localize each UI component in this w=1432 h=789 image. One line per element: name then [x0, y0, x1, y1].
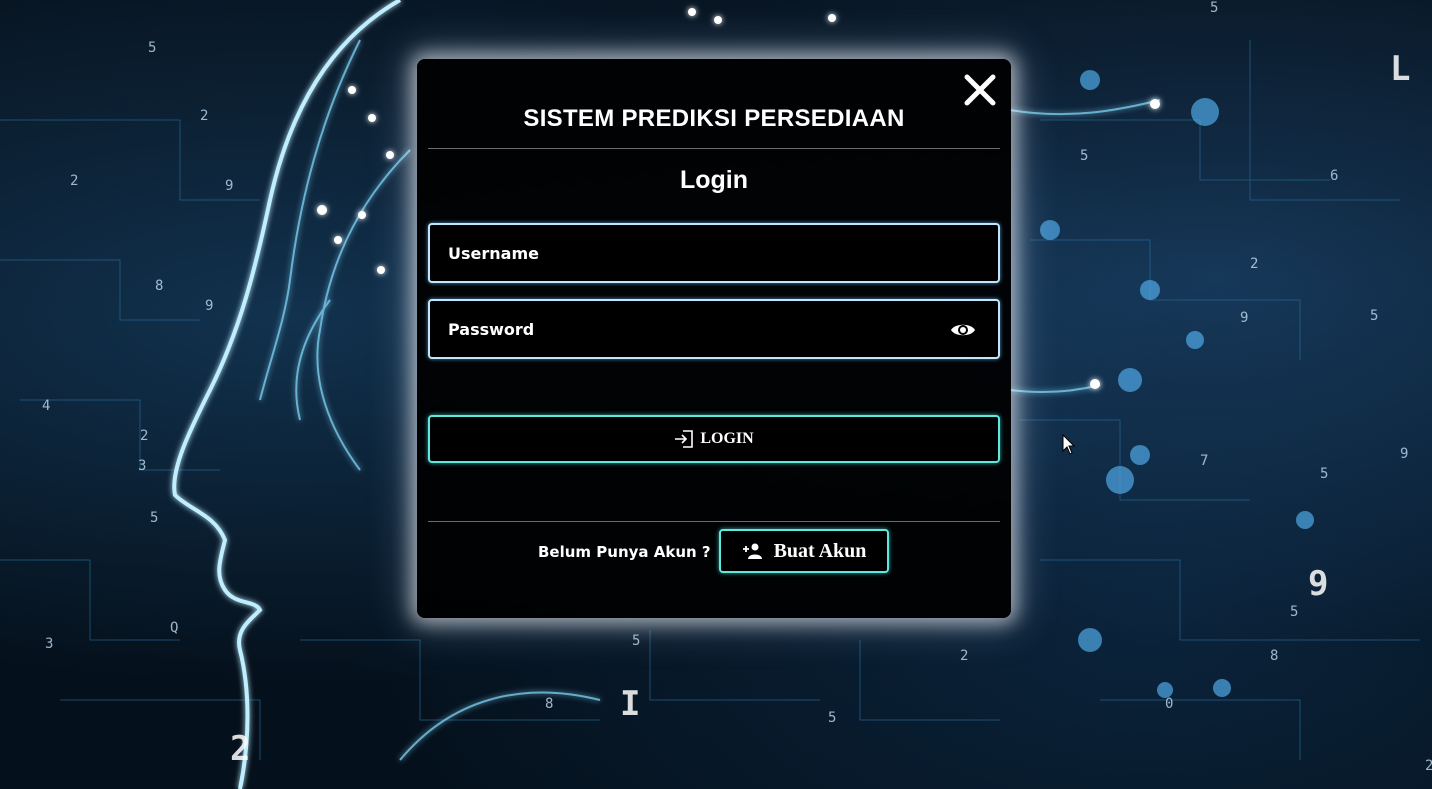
svg-text:5: 5 — [150, 510, 158, 526]
close-icon[interactable] — [963, 73, 997, 107]
svg-text:L: L — [1390, 49, 1410, 89]
login-modal: SISTEM PREDIKSI PERSEDIAAN Login LOGIN B… — [417, 59, 1011, 618]
login-button-label: LOGIN — [700, 430, 754, 447]
svg-text:2: 2 — [140, 428, 148, 444]
svg-text:2: 2 — [1250, 256, 1258, 272]
login-icon — [675, 430, 694, 448]
svg-text:2: 2 — [200, 108, 208, 124]
svg-text:5: 5 — [1370, 308, 1378, 324]
svg-text:9: 9 — [1240, 310, 1248, 326]
svg-text:5: 5 — [632, 633, 640, 649]
svg-text:9: 9 — [1308, 564, 1328, 604]
svg-text:5: 5 — [1320, 466, 1328, 482]
create-account-button[interactable]: Buat Akun — [719, 529, 889, 573]
svg-text:7: 7 — [1200, 453, 1208, 469]
no-account-text: Belum Punya Akun ? — [538, 543, 711, 561]
svg-text:I: I — [620, 684, 640, 724]
system-title: SISTEM PREDIKSI PERSEDIAAN — [523, 105, 905, 132]
svg-text:8: 8 — [1270, 648, 1278, 664]
svg-text:2: 2 — [960, 648, 968, 664]
svg-text:5: 5 — [1290, 604, 1298, 620]
svg-text:9: 9 — [205, 298, 213, 314]
svg-text:3: 3 — [138, 458, 146, 474]
svg-text:5: 5 — [1080, 148, 1088, 164]
title-divider — [428, 148, 1000, 149]
svg-text:0: 0 — [1165, 696, 1173, 712]
svg-text:3: 3 — [45, 636, 53, 652]
svg-text:5: 5 — [1210, 0, 1218, 16]
svg-text:9: 9 — [225, 178, 233, 194]
svg-text:5: 5 — [828, 710, 836, 726]
eye-icon[interactable] — [950, 321, 976, 339]
svg-text:4: 4 — [42, 398, 50, 414]
username-field-wrapper — [428, 223, 1000, 283]
footer-divider — [428, 521, 1000, 522]
username-input[interactable] — [430, 225, 998, 281]
svg-text:6: 6 — [1330, 168, 1338, 184]
svg-text:Q: Q — [170, 620, 178, 636]
mouse-cursor-icon — [1062, 434, 1076, 455]
svg-text:8: 8 — [545, 696, 553, 712]
svg-text:2: 2 — [1425, 758, 1432, 774]
password-field-wrapper — [428, 299, 1000, 359]
svg-text:2: 2 — [230, 729, 250, 769]
svg-text:9: 9 — [1400, 446, 1408, 462]
svg-text:2: 2 — [70, 173, 78, 189]
login-heading: Login — [679, 166, 749, 194]
password-input[interactable] — [430, 301, 998, 357]
add-user-icon — [742, 543, 762, 559]
svg-text:5: 5 — [148, 40, 156, 56]
svg-text:8: 8 — [155, 278, 163, 294]
login-button[interactable]: LOGIN — [428, 415, 1000, 463]
create-account-label: Buat Akun — [773, 539, 867, 562]
